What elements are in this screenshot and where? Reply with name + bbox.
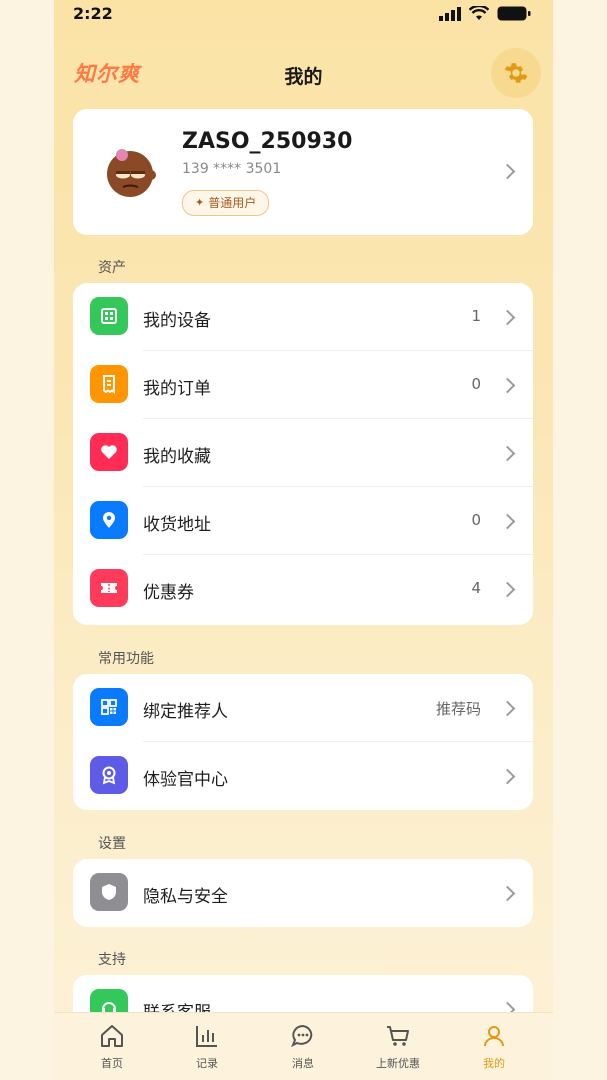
row-label: 绑定推荐人 xyxy=(143,702,228,722)
device-icon xyxy=(90,297,128,335)
membership-badge: ✦ 普通用户 xyxy=(182,190,270,216)
chevron-right-icon xyxy=(499,513,516,530)
chevron-right-icon xyxy=(499,445,516,462)
medal-icon xyxy=(90,756,128,794)
message-icon xyxy=(291,1024,313,1048)
wifi-icon xyxy=(469,6,489,20)
tab-label: 我的 xyxy=(483,1057,505,1070)
app-screen: 2:22 知尔爽 我的 ZASO_250930 139 **** 3501 ✦ … xyxy=(54,0,553,1080)
bottom-tab-bar: 首页 记录 消息 上新优惠 我的 xyxy=(54,1012,553,1080)
chevron-right-icon xyxy=(499,885,516,902)
settings-card: 隐私与安全 xyxy=(73,859,533,927)
row-shipping-address[interactable]: 收货地址 0 xyxy=(73,487,533,555)
top-nav: 知尔爽 我的 xyxy=(54,44,553,102)
tab-new-deals[interactable]: 上新优惠 xyxy=(353,1023,443,1071)
tab-records[interactable]: 记录 xyxy=(162,1023,252,1071)
signal-icon xyxy=(439,6,461,21)
row-coupons[interactable]: 优惠券 4 xyxy=(73,555,533,623)
section-title-common: 常用功能 xyxy=(98,651,154,667)
qrcode-icon xyxy=(90,688,128,726)
row-label: 我的收藏 xyxy=(143,447,211,467)
section-title-support: 支持 xyxy=(98,952,126,968)
heart-icon xyxy=(90,433,128,471)
cart-icon xyxy=(387,1026,409,1046)
section-title-assets: 资产 xyxy=(98,260,126,276)
row-value: 推荐码 xyxy=(435,700,481,718)
row-value: 0 xyxy=(471,511,481,529)
tab-label: 上新优惠 xyxy=(376,1057,420,1070)
row-experience-center[interactable]: 体验官中心 xyxy=(73,742,533,810)
battery-icon xyxy=(497,6,531,21)
assets-card: 我的设备 1 我的订单 0 我的收藏 收货地址 0 优惠券 4 xyxy=(73,283,533,625)
row-label: 我的设备 xyxy=(143,311,211,331)
chart-icon xyxy=(196,1026,217,1047)
tab-messages[interactable]: 消息 xyxy=(258,1023,348,1071)
tab-label: 首页 xyxy=(101,1057,123,1070)
tab-label: 记录 xyxy=(196,1057,218,1070)
shield-icon xyxy=(90,873,128,911)
row-privacy-security[interactable]: 隐私与安全 xyxy=(73,859,533,927)
chevron-right-icon xyxy=(499,377,516,394)
row-value: 4 xyxy=(471,579,481,597)
user-icon xyxy=(484,1026,504,1047)
phone-number: 139 **** 3501 xyxy=(182,161,282,177)
row-label: 隐私与安全 xyxy=(143,887,228,907)
gear-icon xyxy=(504,63,528,83)
row-my-devices[interactable]: 我的设备 1 xyxy=(73,283,533,351)
tab-home[interactable]: 首页 xyxy=(67,1023,157,1071)
row-bind-referrer[interactable]: 绑定推荐人 推荐码 xyxy=(73,674,533,742)
status-bar: 2:22 xyxy=(54,0,553,28)
row-label: 收货地址 xyxy=(143,515,211,535)
page-title: 我的 xyxy=(284,66,323,88)
row-label: 优惠券 xyxy=(143,583,194,603)
location-icon xyxy=(90,501,128,539)
row-label: 体验官中心 xyxy=(143,770,228,790)
chevron-right-icon xyxy=(499,581,516,598)
row-value: 0 xyxy=(471,375,481,393)
chevron-right-icon xyxy=(499,700,516,717)
membership-label: 普通用户 xyxy=(208,196,257,210)
avatar xyxy=(107,149,156,197)
username: ZASO_250930 xyxy=(182,129,353,154)
chevron-right-icon xyxy=(499,309,516,326)
tab-label: 消息 xyxy=(292,1057,314,1070)
status-icons xyxy=(439,6,531,21)
chevron-right-icon xyxy=(499,768,516,785)
row-my-orders[interactable]: 我的订单 0 xyxy=(73,351,533,419)
row-value: 1 xyxy=(471,307,481,325)
profile-card[interactable]: ZASO_250930 139 **** 3501 ✦ 普通用户 xyxy=(73,109,533,235)
home-icon xyxy=(101,1025,123,1047)
status-time: 2:22 xyxy=(73,4,113,23)
row-label: 我的订单 xyxy=(143,379,211,399)
order-icon xyxy=(90,365,128,403)
coupon-icon xyxy=(90,569,128,607)
sparkle-icon: ✦ xyxy=(195,196,205,209)
common-card: 绑定推荐人 推荐码 体验官中心 xyxy=(73,674,533,810)
section-title-settings: 设置 xyxy=(98,836,126,852)
settings-button[interactable] xyxy=(491,48,541,98)
row-my-favorites[interactable]: 我的收藏 xyxy=(73,419,533,487)
chevron-right-icon xyxy=(499,163,516,180)
tab-mine[interactable]: 我的 xyxy=(449,1023,539,1071)
